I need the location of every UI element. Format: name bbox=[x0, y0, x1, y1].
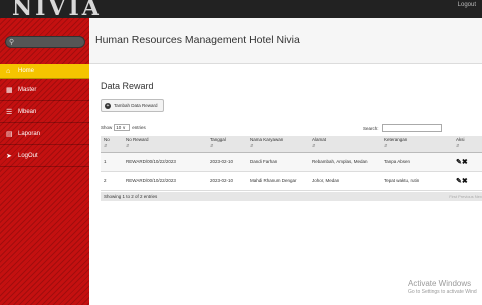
column-header-keterangan[interactable]: Keterangan ⇵ bbox=[381, 136, 453, 153]
cell-no-reward: REWARD/00/10/22/2023 bbox=[123, 171, 207, 191]
top-bar: NIVIA Logout bbox=[0, 0, 482, 21]
plus-icon: + bbox=[105, 102, 111, 109]
search-input[interactable] bbox=[381, 124, 442, 132]
sidebar-item-label: Laporan bbox=[18, 130, 41, 137]
app-title: Human Resources Management Hotel Nivia bbox=[95, 34, 300, 46]
cell-aksi: ✎✖ bbox=[453, 152, 482, 172]
delete-icon[interactable]: ✖ bbox=[462, 178, 468, 185]
search-icon: ⚲ bbox=[9, 39, 15, 46]
cell-aksi: ✎✖ bbox=[453, 171, 482, 191]
logout-link[interactable]: Logout bbox=[458, 2, 476, 8]
add-reward-label: Tambah Data Reward bbox=[114, 103, 158, 108]
sidebar-item-label: Master bbox=[18, 86, 37, 93]
pagination[interactable]: First Previous Next bbox=[449, 192, 482, 201]
brand-logo: NIVIA bbox=[12, 0, 102, 21]
column-header-tanggal[interactable]: Tanggal ⇵ bbox=[207, 136, 247, 153]
sidebar-item-mbean[interactable]: ☰ Mbean bbox=[0, 101, 89, 123]
sidebar-item-master[interactable]: ▦ Master bbox=[0, 79, 89, 101]
column-header-nama[interactable]: Nama Karyawan ⇵ bbox=[247, 136, 309, 153]
cell-nama: Dandi Farhan bbox=[247, 152, 309, 172]
column-header-aksi[interactable]: Aksi ⇵ bbox=[453, 136, 482, 153]
cell-alamat: Rebambah, Amplas, Medan bbox=[309, 152, 381, 172]
activate-windows-watermark: Activate Windows Go to Settings to activ… bbox=[408, 279, 477, 295]
table-info: Showing 1 to 2 of 2 entries bbox=[104, 194, 158, 199]
entries-length-control: Show 10 ∨ entries bbox=[101, 124, 146, 131]
list-icon: ☰ bbox=[6, 108, 13, 116]
table-footer: Showing 1 to 2 of 2 entries First Previo… bbox=[101, 192, 482, 201]
table-row: 1 REWARD/00/10/22/2023 2023-02-10 Dandi … bbox=[101, 152, 482, 172]
main-content: Data Reward + Tambah Data Reward Show 10… bbox=[89, 64, 482, 305]
database-icon: ▦ bbox=[6, 86, 13, 94]
cell-nama: Mahdi Rhanum Dengar bbox=[247, 171, 309, 191]
search-label: Search: bbox=[363, 125, 379, 131]
entries-label: entries bbox=[132, 125, 146, 130]
column-header-no[interactable]: No ⇵ bbox=[101, 136, 123, 153]
cell-tanggal: 2023-02-10 bbox=[207, 171, 247, 191]
sidebar-item-label: Mbean bbox=[18, 108, 37, 115]
show-label: Show bbox=[101, 125, 113, 130]
column-header-no-reward[interactable]: No Reward ⇵ bbox=[123, 136, 207, 153]
logout-icon: ➤ bbox=[6, 152, 12, 160]
sidebar-item-label: Home bbox=[18, 68, 35, 74]
table-search: Search: bbox=[363, 124, 442, 132]
column-header-alamat[interactable]: Alamat ⇵ bbox=[309, 136, 381, 153]
add-reward-button[interactable]: + Tambah Data Reward bbox=[101, 99, 164, 112]
report-icon: ▤ bbox=[6, 130, 13, 138]
sidebar-search-input[interactable]: ⚲ bbox=[5, 36, 85, 48]
entries-value: 10 bbox=[116, 125, 122, 130]
entries-select[interactable]: 10 ∨ bbox=[114, 124, 131, 131]
cell-alamat: Johor, Medan bbox=[309, 171, 381, 191]
page-title: Data Reward bbox=[101, 81, 154, 91]
cell-no: 1 bbox=[101, 152, 123, 172]
delete-icon[interactable]: ✖ bbox=[462, 159, 468, 166]
sidebar-item-logout[interactable]: ➤ LogOut bbox=[0, 145, 89, 167]
cell-no: 2 bbox=[101, 171, 123, 191]
sidebar-nav: ⌂ Home ▦ Master ☰ Mbean ▤ Laporan ➤ LogO… bbox=[0, 64, 89, 167]
sidebar-item-laporan[interactable]: ▤ Laporan bbox=[0, 123, 89, 145]
sidebar-item-home[interactable]: ⌂ Home bbox=[0, 64, 89, 79]
table-row: 2 REWARD/00/10/22/2023 2023-02-10 Mahdi … bbox=[101, 171, 482, 191]
sidebar: ⚲ ⌂ Home ▦ Master ☰ Mbean ▤ Laporan ➤ Lo… bbox=[0, 18, 89, 305]
reward-table: No ⇵ No Reward ⇵ Tanggal ⇵ Nama Karyawan ⇵ A… bbox=[101, 136, 482, 191]
table-header-row: No ⇵ No Reward ⇵ Tanggal ⇵ Nama Karyawan ⇵ A… bbox=[101, 136, 482, 153]
cell-keterangan: Tepat waktu, rutin bbox=[381, 171, 453, 191]
home-icon: ⌂ bbox=[6, 67, 11, 75]
watermark-line-1: Activate Windows bbox=[408, 279, 472, 288]
page-header: Human Resources Management Hotel Nivia bbox=[89, 18, 482, 64]
watermark-line-2: Go to Settings to activate Wind bbox=[408, 289, 477, 295]
cell-tanggal: 2023-02-10 bbox=[207, 152, 247, 172]
cell-keterangan: Tanpa Absen bbox=[381, 152, 453, 172]
cell-no-reward: REWARD/00/10/22/2023 bbox=[123, 152, 207, 172]
sidebar-item-label: LogOut bbox=[18, 152, 38, 159]
